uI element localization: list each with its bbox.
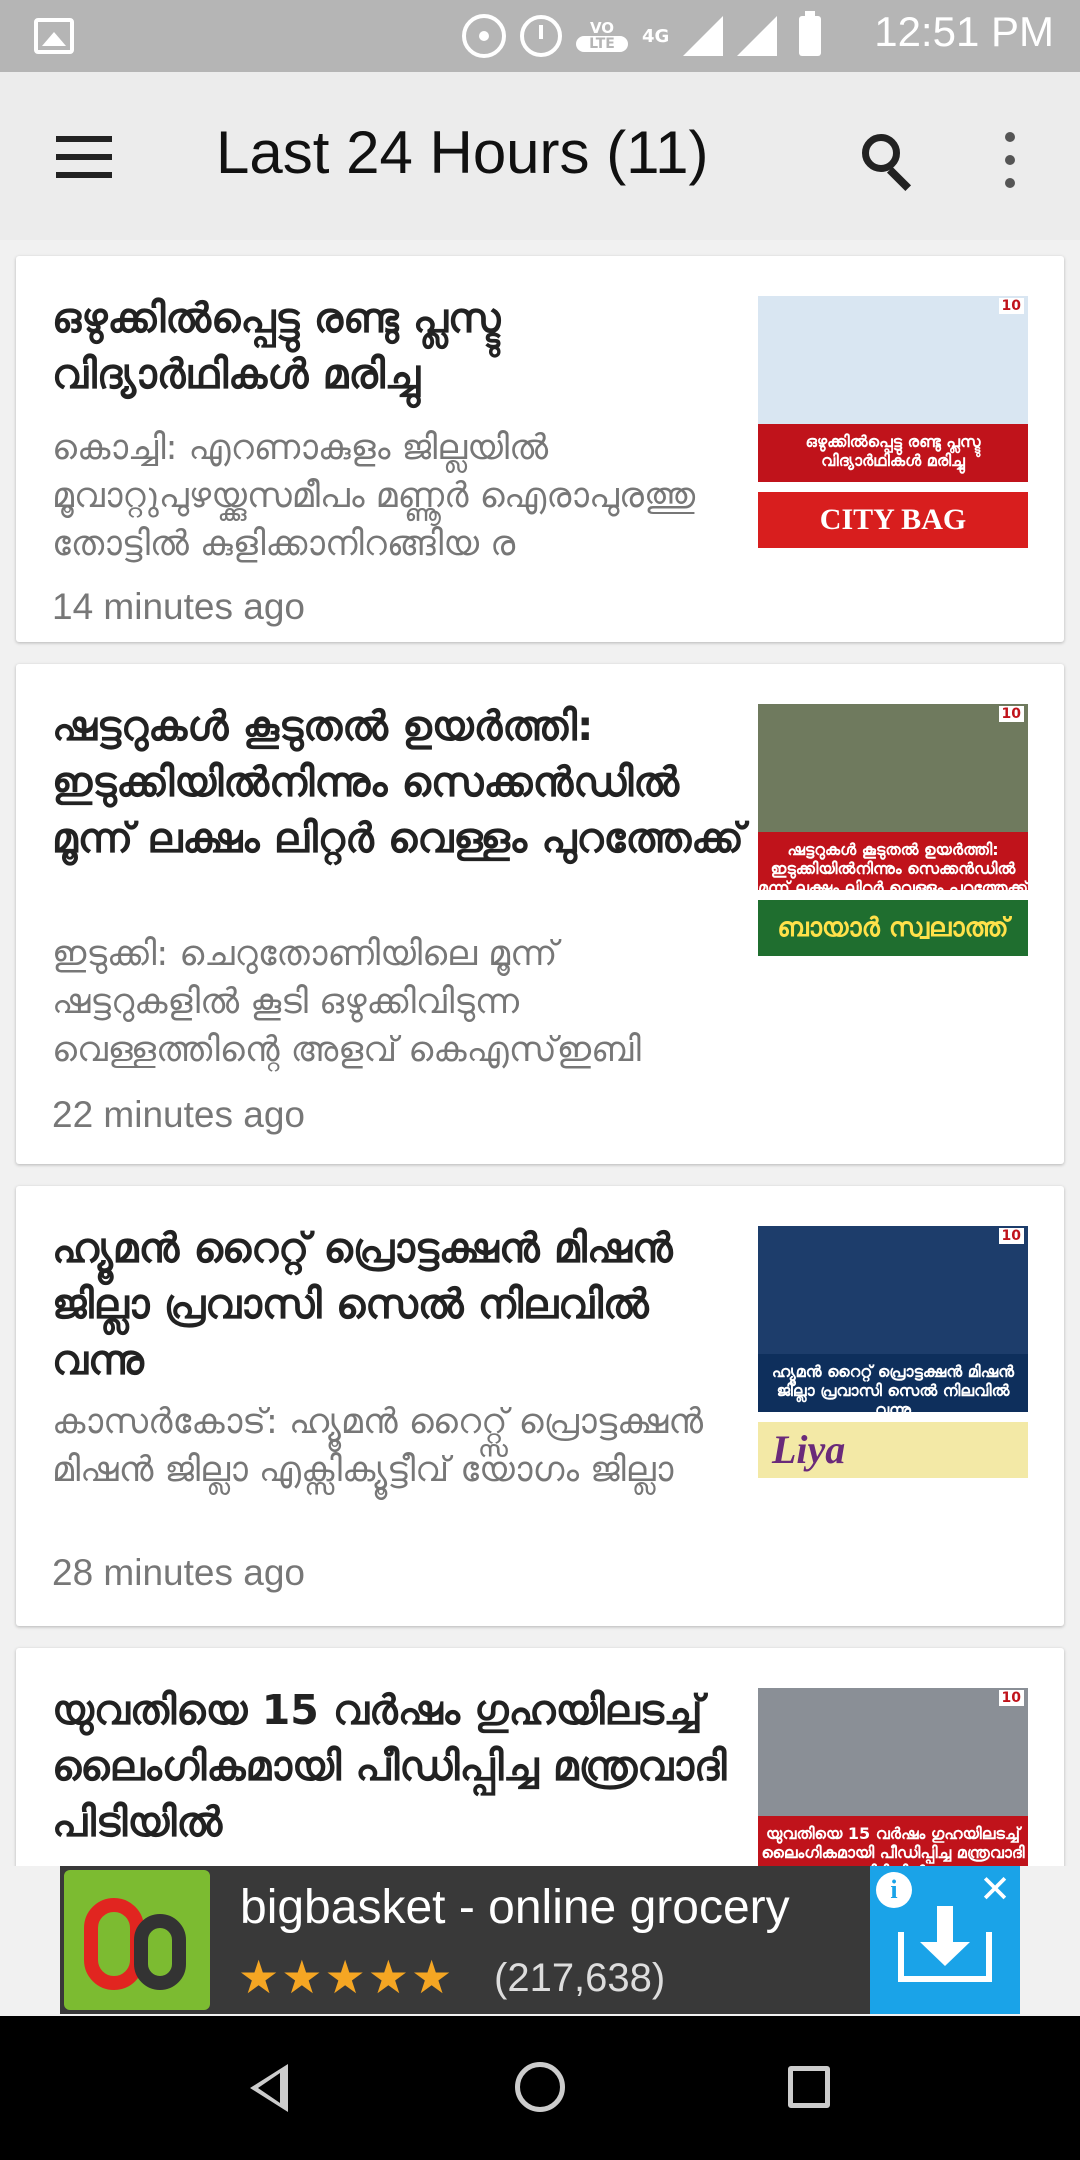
status-bar: VO LTE 4G 12:51 PM xyxy=(0,0,1080,72)
article-card[interactable]: ഷട്ടറുകൾ കൂടുതൽ ഉയർത്തി: ഇടുക്കിയിൽനിന്ന… xyxy=(16,664,1064,1164)
volte-icon: VO LTE xyxy=(576,20,628,52)
article-title[interactable]: യുവതിയെ 15 വർഷം ഗുഹയിലടച്ച് ലൈംഗികമായി പ… xyxy=(52,1682,752,1850)
home-icon[interactable] xyxy=(515,2062,565,2112)
back-icon[interactable] xyxy=(250,2064,288,2112)
article-time: 14 minutes ago xyxy=(52,586,306,627)
article-card[interactable]: യുവതിയെ 15 വർഷം ഗുഹയിലടച്ച് ലൈംഗികമായി പ… xyxy=(16,1648,1064,1866)
article-thumbnail[interactable]: 10 ഒഴുക്കിൽപ്പെട്ടു രണ്ടു പ്ലസ്ടു വിദ്യാ… xyxy=(758,296,1028,548)
app-bar: Last 24 Hours (11) xyxy=(0,72,1080,240)
ad-rating-count: (217,638) xyxy=(494,1956,666,2000)
news-feed[interactable]: ഒഴുക്കിൽപ്പെട്ടു രണ്ടു പ്ലസ്ടു വിദ്യാർഥി… xyxy=(0,240,1080,1866)
article-snippet: കാസർകോട്: ഹ്യൂമൻ റൈറ്റ്സ് പ്രൊട്ടക്ഷൻ മി… xyxy=(52,1402,704,1490)
thumbnail-caption: ഹ്യൂമൻ റൈറ്റ് പ്രൊട്ടക്ഷൻ മിഷൻ ജില്ലാ പ്… xyxy=(758,1354,1028,1419)
article-card[interactable]: ഒഴുക്കിൽപ്പെട്ടു രണ്ടു പ്ലസ്ടു വിദ്യാർഥി… xyxy=(16,256,1064,642)
article-snippet: ഇടുക്കി: ചെറുതോണിയിലെ മൂന്ന് ഷട്ടറുകളിൽ … xyxy=(52,934,641,1070)
overflow-menu-icon[interactable] xyxy=(1000,132,1020,188)
thumbnail-ad: Liya xyxy=(758,1422,1028,1478)
article-card[interactable]: ഹ്യൂമൻ റൈറ്റ് പ്രൊട്ടക്ഷൻ മിഷൻ ജില്ലാ പ്… xyxy=(16,1186,1064,1626)
ad-close-icon[interactable]: ✕ xyxy=(974,1868,1016,1910)
signal-icon-2 xyxy=(737,16,778,56)
thumbnail-badge: 10 xyxy=(998,1690,1024,1706)
ad-app-name[interactable]: bigbasket - online grocery xyxy=(240,1880,790,1935)
recent-apps-icon[interactable] xyxy=(788,2066,830,2108)
thumbnail-photo xyxy=(758,296,1028,424)
ad-info-icon[interactable]: i xyxy=(876,1872,912,1908)
signal-icon xyxy=(683,16,724,56)
bigbasket-logo xyxy=(64,1870,210,2010)
thumbnail-badge: 10 xyxy=(998,298,1024,314)
gallery-notification-icon xyxy=(34,18,74,54)
network-type: 4G xyxy=(642,25,670,47)
clock: 12:51 PM xyxy=(874,8,1054,55)
battery-icon xyxy=(799,11,822,56)
hotspot-icon xyxy=(462,14,506,58)
article-title[interactable]: ഒഴുക്കിൽപ്പെട്ടു രണ്ടു പ്ലസ്ടു വിദ്യാർഥി… xyxy=(52,290,752,402)
search-icon[interactable] xyxy=(858,130,918,192)
menu-icon[interactable] xyxy=(56,136,112,178)
thumbnail-caption: ഒഴുക്കിൽപ്പെട്ടു രണ്ടു പ്ലസ്ടു വിദ്യാർഥി… xyxy=(758,424,1028,482)
thumbnail-caption: യുവതിയെ 15 വർഷം ഗുഹയിലടച്ച് ലൈംഗികമായി പ… xyxy=(758,1816,1028,1866)
article-thumbnail[interactable]: 10 ഷട്ടറുകൾ കൂടുതൽ ഉയർത്തി: ഇടുക്കിയിൽനി… xyxy=(758,704,1028,956)
ad-rating-stars: ★★★★★ xyxy=(238,1950,455,2004)
ad-banner[interactable]: bigbasket - online grocery ★★★★★ (217,63… xyxy=(60,1866,1020,2014)
thumbnail-photo xyxy=(758,1688,1028,1816)
article-title[interactable]: ഷട്ടറുകൾ കൂടുതൽ ഉയർത്തി: ഇടുക്കിയിൽനിന്ന… xyxy=(52,698,752,866)
thumbnail-photo xyxy=(758,704,1028,832)
article-time: 28 minutes ago xyxy=(52,1552,306,1593)
thumbnail-badge: 10 xyxy=(998,1228,1024,1244)
thumbnail-ad: ബായാർ സ്വലാത്ത് xyxy=(758,900,1028,956)
article-snippet: കൊച്ചി: എറണാകുളം ജില്ലയിൽ മൂവാറ്റുപുഴയ്ക… xyxy=(52,428,696,564)
article-thumbnail[interactable]: 10 ഹ്യൂമൻ റൈറ്റ് പ്രൊട്ടക്ഷൻ മിഷൻ ജില്ലാ… xyxy=(758,1226,1028,1478)
thumbnail-caption: ഷട്ടറുകൾ കൂടുതൽ ഉയർത്തി: ഇടുക്കിയിൽനിന്ന… xyxy=(758,832,1028,897)
thumbnail-ad: CITY BAG xyxy=(758,492,1028,548)
article-thumbnail[interactable]: 10 യുവതിയെ 15 വർഷം ഗുഹയിലടച്ച് ലൈംഗികമായ… xyxy=(758,1688,1028,1866)
thumbnail-photo xyxy=(758,1226,1028,1354)
alarm-icon xyxy=(520,15,562,57)
article-time: 22 minutes ago xyxy=(52,1094,306,1135)
page-title: Last 24 Hours (11) xyxy=(216,119,709,186)
status-icons: VO LTE 4G xyxy=(462,10,822,62)
article-title[interactable]: ഹ്യൂമൻ റൈറ്റ് പ്രൊട്ടക്ഷൻ മിഷൻ ജില്ലാ പ്… xyxy=(52,1220,752,1388)
thumbnail-badge: 10 xyxy=(998,706,1024,722)
navigation-bar xyxy=(0,2016,1080,2160)
